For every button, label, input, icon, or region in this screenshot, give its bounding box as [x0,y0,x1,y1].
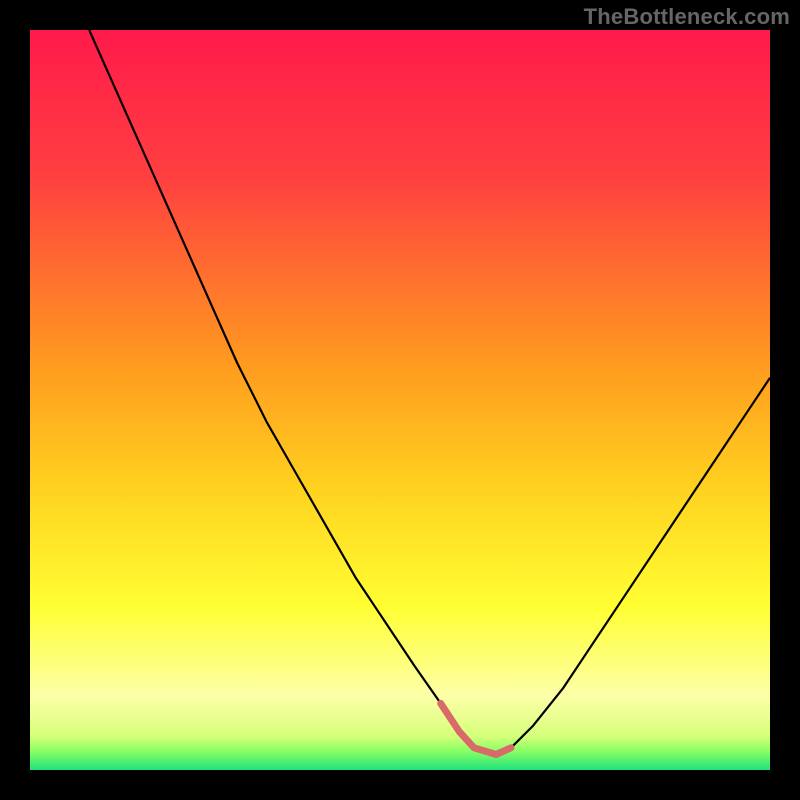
attribution-text: TheBottleneck.com [584,4,790,30]
chart-plot-area [30,30,770,770]
gradient-background [30,30,770,770]
chart-svg [30,30,770,770]
chart-frame: TheBottleneck.com [0,0,800,800]
